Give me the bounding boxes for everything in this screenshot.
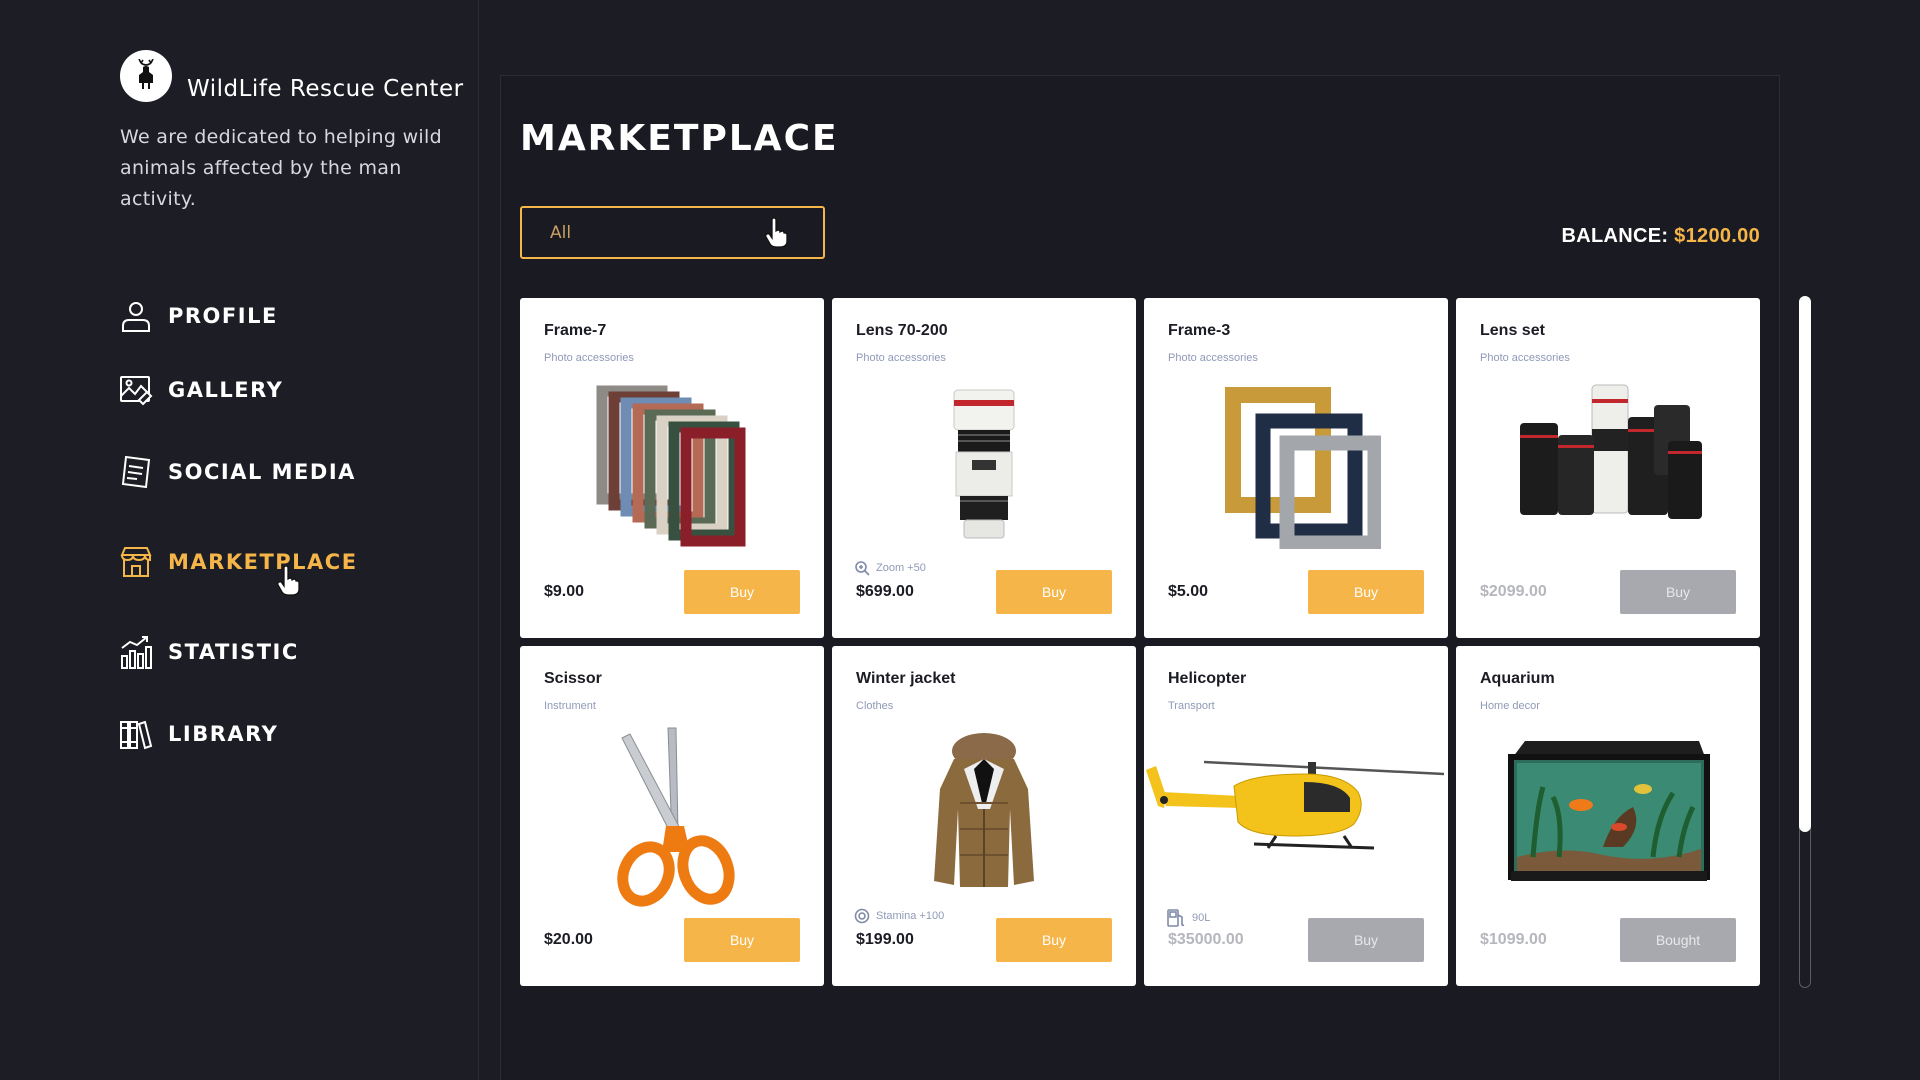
- buy-button[interactable]: Buy: [996, 918, 1112, 962]
- gallery-icon: [118, 372, 154, 408]
- nav-label: SOCIAL MEDIA: [168, 460, 356, 484]
- frame-set-image: [1144, 376, 1448, 551]
- product-card-frame-3: Frame-3 Photo accessories $5.00 Buy: [1144, 298, 1448, 638]
- filter-value: All: [550, 222, 572, 243]
- winter-jacket-image: [832, 724, 1136, 899]
- deer-logo-icon: [120, 50, 172, 102]
- balance-value: $1200.00: [1674, 225, 1760, 247]
- nav-label: STATISTIC: [168, 640, 299, 664]
- product-card-frame-7: Frame-7 Photo accessories $9.00 Buy: [520, 298, 824, 638]
- scrollbar-thumb[interactable]: [1799, 296, 1811, 832]
- nav-item-marketplace[interactable]: MARKETPLACE: [118, 544, 358, 580]
- product-price: $5.00: [1168, 583, 1209, 600]
- document-icon: [118, 454, 154, 490]
- scissor-image: [520, 724, 824, 907]
- telephoto-lens-image: [832, 376, 1136, 551]
- product-name: Lens 70-200: [856, 322, 948, 339]
- page-title: MARKETPLACE: [520, 118, 839, 159]
- fuel-icon: [1167, 909, 1185, 927]
- buy-button[interactable]: Buy: [996, 570, 1112, 614]
- product-card-lens-set: Lens set Photo accessories $2099.00 Buy: [1456, 298, 1760, 638]
- product-stat: Stamina +100: [854, 908, 944, 924]
- bought-button[interactable]: Bought: [1620, 918, 1736, 962]
- user-icon: [118, 298, 154, 334]
- product-name: Frame-7: [544, 322, 607, 339]
- nav-label: LIBRARY: [168, 722, 279, 746]
- product-card-scissor: Scissor Instrument $20.00 Buy: [520, 646, 824, 986]
- stat-text: 90L: [1192, 912, 1211, 924]
- lens-set-image: [1456, 376, 1760, 551]
- sidebar: WildLife Rescue Center We are dedicated …: [0, 0, 479, 1080]
- library-icon: [118, 716, 154, 752]
- balance-label: BALANCE:: [1561, 225, 1669, 247]
- product-price: $20.00: [544, 931, 593, 948]
- nav-item-library[interactable]: LIBRARY: [118, 716, 278, 752]
- nav-label: GALLERY: [168, 378, 284, 402]
- product-price: $1099.00: [1480, 931, 1547, 948]
- buy-button[interactable]: Buy: [684, 570, 800, 614]
- nav-label: PROFILE: [168, 304, 278, 328]
- buy-button[interactable]: Buy: [1620, 570, 1736, 614]
- nav-item-social-media[interactable]: SOCIAL MEDIA: [118, 454, 356, 490]
- nav-item-gallery[interactable]: GALLERY: [118, 372, 283, 408]
- nav-item-statistic[interactable]: STATISTIC: [118, 634, 299, 670]
- stat-text: Stamina +100: [876, 910, 945, 922]
- product-category: Photo accessories: [1168, 352, 1258, 364]
- product-stat: Zoom +50: [854, 560, 926, 576]
- product-category: Home decor: [1480, 700, 1540, 712]
- helicopter-image: [1144, 724, 1448, 899]
- product-price: $2099.00: [1480, 583, 1547, 600]
- product-price: $35000.00: [1168, 931, 1244, 948]
- zoom-icon: [855, 561, 870, 576]
- stamina-icon: [854, 908, 870, 924]
- product-name: Aquarium: [1480, 670, 1555, 687]
- product-category: Photo accessories: [856, 352, 946, 364]
- product-name: Scissor: [544, 670, 602, 687]
- product-name: Frame-3: [1168, 322, 1231, 339]
- product-category: Instrument: [544, 700, 596, 712]
- stat-text: Zoom +50: [876, 562, 926, 574]
- buy-button[interactable]: Buy: [1308, 918, 1424, 962]
- store-icon: [118, 544, 154, 580]
- product-category: Photo accessories: [544, 352, 634, 364]
- chart-icon: [118, 634, 154, 670]
- product-stat: 90L: [1166, 908, 1210, 928]
- aquarium-image: [1456, 724, 1760, 899]
- nav-item-profile[interactable]: PROFILE: [118, 298, 278, 334]
- brand-description: We are dedicated to helping wild animals…: [120, 126, 442, 210]
- product-name: Helicopter: [1168, 670, 1247, 687]
- product-category: Photo accessories: [1480, 352, 1570, 364]
- product-category: Clothes: [856, 700, 894, 712]
- buy-button[interactable]: Buy: [684, 918, 800, 962]
- product-category: Transport: [1168, 700, 1215, 712]
- product-card-helicopter: Helicopter Transport 90L $35000.00 Buy: [1144, 646, 1448, 986]
- product-card-lens-70-200: Lens 70-200 Photo accessories Zoom +50 $…: [832, 298, 1136, 638]
- brand-title: WildLife Rescue Center: [187, 76, 464, 102]
- nav-label: MARKETPLACE: [168, 550, 358, 574]
- buy-button[interactable]: Buy: [1308, 570, 1424, 614]
- product-card-aquarium: Aquarium Home decor $1099.00 Bought: [1456, 646, 1760, 986]
- product-name: Lens set: [1480, 322, 1545, 339]
- brand: [120, 50, 172, 102]
- pointer-cursor-icon: [276, 565, 302, 600]
- balance: BALANCE: $1200.00: [1561, 225, 1760, 248]
- product-price: $9.00: [544, 583, 585, 600]
- frame-stack-image: [520, 376, 824, 551]
- product-price: $199.00: [856, 931, 914, 948]
- product-price: $699.00: [856, 583, 914, 600]
- product-card-winter-jacket: Winter jacket Clothes Stamina +100 $199.…: [832, 646, 1136, 986]
- product-name: Winter jacket: [856, 670, 956, 687]
- pointer-cursor-icon: [764, 217, 790, 252]
